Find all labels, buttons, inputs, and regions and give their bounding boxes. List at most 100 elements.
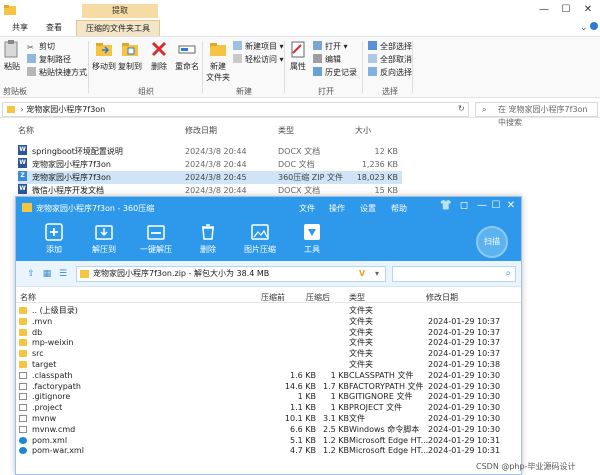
new-item-button[interactable]: 新建项目 ▾	[233, 41, 284, 52]
menu-file[interactable]: 文件	[299, 203, 315, 214]
zip-list-row[interactable]: .gitignore 1 KB 1 KB GITIGNORE 文件 2024-01-29…	[16, 391, 521, 402]
zip-list-row[interactable]: .mvn 文件夹 2024-01-29 10:37	[16, 316, 521, 327]
chat-icon[interactable]: ◻	[457, 200, 471, 211]
edit-icon	[313, 54, 322, 63]
menu-help[interactable]: 帮助	[391, 203, 407, 214]
menu-settings[interactable]: 设置	[360, 203, 376, 214]
add-button[interactable]: 添加	[28, 223, 80, 255]
file-row[interactable]: W springboot环境配置说明 2024/3/8 20:44 DOCX 文…	[18, 145, 402, 158]
file-name: 宠物家园小程序7f3on	[32, 173, 111, 182]
delete-button[interactable]: 删除	[148, 39, 170, 72]
help-icon[interactable]	[590, 22, 598, 30]
zip-row-size: 1.7 KB	[323, 381, 349, 391]
properties-label: 属性	[290, 62, 306, 71]
tools-button[interactable]: 工具	[286, 223, 338, 255]
list-view-icon[interactable]: ☰	[58, 269, 68, 279]
file-size: 12 KB	[374, 147, 398, 156]
minimize-button[interactable]: —	[475, 200, 489, 211]
file-modified: 2024/3/8 20:44	[185, 160, 247, 169]
zip-path-input[interactable]: 宠物家园小程序7f3on.zip - 解包大小为 38.4 MB V ▾	[76, 266, 386, 282]
history-button[interactable]: 历史记录	[313, 67, 357, 78]
chevron-down-icon[interactable]: ⌄	[580, 23, 588, 33]
column-header-name[interactable]: 名称	[18, 125, 34, 137]
tab-view[interactable]: 查看	[42, 20, 66, 36]
zip-column-size[interactable]: 压缩后	[306, 292, 330, 303]
zip-column-modified[interactable]: 修改日期	[426, 292, 458, 303]
close-button[interactable]: ✕	[578, 2, 598, 18]
maximize-button[interactable]: ☐	[489, 200, 503, 211]
zip-app-icon	[22, 203, 32, 212]
invert-selection-label: 反向选择	[380, 68, 412, 77]
rename-button[interactable]: 重命名	[174, 39, 200, 72]
move-to-button[interactable]: 移动到	[92, 39, 116, 72]
select-none-button[interactable]: 全部取消	[368, 54, 412, 65]
easy-access-button[interactable]: 轻松访问 ▾	[233, 54, 284, 65]
menu-operation[interactable]: 操作	[329, 203, 345, 214]
zip-list-row[interactable]: pom-war.xml 4.7 KB 1.2 KB Microsoft Edge HT…	[16, 445, 521, 456]
zip-list-row[interactable]: pom.xml 5.1 KB 1.2 KB Microsoft Edge HT... 2…	[16, 435, 521, 446]
zip-row-type: 文件夹	[349, 349, 373, 359]
v-logo-icon[interactable]: V	[359, 267, 365, 281]
zip-column-name[interactable]: 名称	[20, 292, 36, 303]
zip-list-row[interactable]: .project 1.1 KB 1 KB PROJECT 文件 2024-01-29 1…	[16, 402, 521, 413]
image-compress-button[interactable]: 图片压缩	[234, 223, 286, 255]
zip-list-row[interactable]: .factorypath 14.6 KB 1.7 KB FACTORYPATH 文件 2…	[16, 381, 521, 392]
zip-list-row[interactable]: mvnw.cmd 6.6 KB 2.5 KB Windows 命令脚本 2024-01-…	[16, 424, 521, 435]
one-click-extract-label: 一键解压	[140, 245, 172, 254]
column-header-modified[interactable]: 修改日期	[185, 125, 217, 137]
tab-compressed-folder-tools[interactable]: 压缩的文件夹工具	[76, 20, 160, 36]
thumbnail-view-icon[interactable]: ▦	[42, 269, 52, 279]
paste-shortcut-button[interactable]: 粘贴快捷方式	[27, 67, 87, 78]
column-header-type[interactable]: 类型	[278, 125, 294, 137]
extract-to-button[interactable]: 解压到	[78, 223, 130, 255]
zip-delete-button[interactable]: 删除	[182, 223, 234, 255]
scan-button[interactable]: 扫描	[476, 226, 508, 258]
zip-row-compressed: 1 KB	[297, 392, 316, 402]
zip-list-row[interactable]: src 文件夹 2024-01-29 10:37	[16, 348, 521, 359]
zip-row-modified: 2024-01-29 10:30	[428, 414, 501, 423]
zip-list-row[interactable]: db 文件夹 2024-01-29 10:37	[16, 327, 521, 338]
explorer-search-input[interactable]: ⌕ 在 宠物家园小程序7f3on 中搜索	[475, 102, 598, 127]
close-button[interactable]: ✕	[504, 200, 518, 211]
copy-path-button[interactable]: 复制路径	[27, 54, 71, 65]
zip-list-row[interactable]: target 文件夹 2024-01-29 10:38	[16, 359, 521, 370]
zip-row-modified: 2024-01-29 10:30	[428, 403, 501, 413]
open-button[interactable]: 打开 ▾	[313, 41, 348, 52]
maximize-button[interactable]: ☐	[556, 2, 576, 18]
folder-icon	[19, 328, 27, 336]
extract-context-tab[interactable]: 提取	[82, 4, 158, 18]
zip-row-type: FACTORYPATH 文件	[349, 381, 424, 391]
tab-share[interactable]: 共享	[8, 20, 32, 36]
edit-label: 编辑	[325, 55, 341, 64]
column-header-size[interactable]: 大小	[355, 125, 371, 137]
zip-list-row[interactable]: mvnw 10.1 KB 3.1 KB 文件 2024-01-29 10:30	[16, 413, 521, 424]
zip-column-compressed[interactable]: 压缩前	[261, 292, 285, 303]
one-click-extract-button[interactable]: 一键解压	[130, 223, 182, 255]
minimize-button[interactable]: —	[534, 2, 554, 18]
edit-button[interactable]: 编辑	[313, 54, 341, 65]
refresh-icon[interactable]: ↻	[458, 104, 465, 113]
zip-column-type[interactable]: 类型	[349, 292, 365, 303]
zip-list-row[interactable]: mp-weixin 文件夹 2024-01-29 10:37	[16, 337, 521, 348]
copy-to-button[interactable]: 复制到	[118, 39, 142, 72]
up-arrow-icon[interactable]: ⇧	[26, 269, 36, 279]
invert-selection-button[interactable]: 反向选择	[368, 67, 412, 78]
paste-button[interactable]: 粘贴	[2, 39, 22, 72]
shirt-skin-icon[interactable]: 👕	[439, 200, 453, 211]
dropdown-arrow-icon[interactable]: ▾	[375, 267, 379, 281]
properties-button[interactable]: 属性	[288, 39, 308, 72]
file-row-selected[interactable]: Z 宠物家园小程序7f3on 2024/3/8 20:45 360压缩 ZIP …	[18, 171, 402, 184]
address-input[interactable]: › 宠物家园小程序7f3on	[2, 102, 469, 117]
zip-list-row[interactable]: .. (上级目录) 文件夹	[16, 305, 521, 316]
easy-access-icon	[233, 54, 242, 63]
zip-row-name: db	[32, 327, 43, 337]
new-folder-button[interactable]: 新建 文件夹	[206, 39, 230, 83]
zip-search-input[interactable]: ⌕	[392, 266, 516, 282]
delete-x-icon	[151, 41, 167, 57]
cut-button[interactable]: ✂ 剪切	[27, 41, 55, 52]
zip-list-row[interactable]: .classpath 1.6 KB 1 KB CLASSPATH 文件 2024-01-…	[16, 370, 521, 381]
edge-browser-icon	[19, 436, 27, 444]
file-row[interactable]: W 宠物家园小程序7f3on 2024/3/8 20:44 DOC 文档 1,2…	[18, 158, 402, 171]
select-all-button[interactable]: 全部选择	[368, 41, 412, 52]
search-icon: ⌕	[505, 268, 511, 279]
